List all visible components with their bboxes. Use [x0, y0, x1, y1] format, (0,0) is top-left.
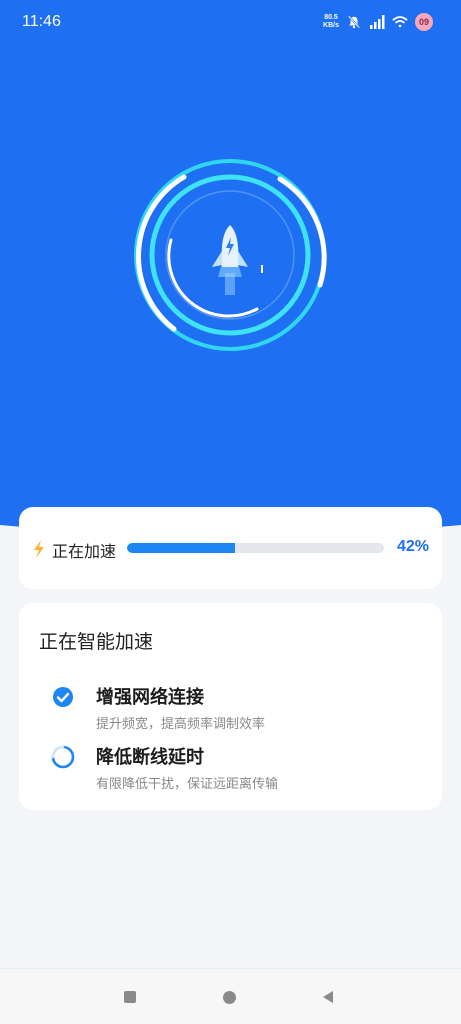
status-bar: 11:46 80.5 KB/s 09	[0, 0, 461, 46]
task-item-name: 增强网络连接	[96, 687, 204, 708]
progress-percent: 42%	[396, 538, 429, 555]
progress-bar	[127, 543, 384, 553]
system-nav-bar	[0, 968, 461, 1024]
spinner-icon	[51, 745, 75, 769]
acceleration-task-card: 正在智能加速 增强网络连接 提升频宽，提高频率调制效率 降低断线延时 有限降低干…	[19, 603, 442, 810]
task-item-description: 提升频宽，提高频率调制效率	[96, 717, 266, 732]
task-item-latency: 降低断线延时 有限降低干扰，保证远距离传输	[51, 743, 431, 793]
screen: 11:46 80.5 KB/s 09 正在加速 42% 正在智能加速 增强网络连…	[0, 0, 461, 1024]
circle-icon[interactable]	[223, 991, 236, 1004]
progress-bar-fill	[127, 543, 235, 553]
network-speed: 80.5 KB/s	[323, 14, 339, 30]
square-icon[interactable]	[124, 991, 136, 1003]
rocket-icon	[212, 225, 248, 295]
progress-label: 正在加速	[52, 542, 117, 561]
status-icons: 80.5 KB/s 09	[323, 13, 433, 31]
signal-icon	[370, 15, 385, 29]
task-item-description: 有限降低干扰，保证远距离传输	[96, 777, 279, 792]
network-speed-value: 80.5	[324, 14, 338, 21]
lightning-icon	[34, 540, 44, 558]
check-circle-icon	[53, 687, 73, 707]
progress-card: 正在加速 42%	[19, 507, 442, 589]
battery-indicator: 09	[415, 13, 433, 31]
task-item-name: 降低断线延时	[96, 747, 204, 768]
task-item-network: 增强网络连接 提升频宽，提高频率调制效率	[51, 683, 431, 733]
wifi-icon	[392, 16, 408, 28]
inner-white-arc	[167, 238, 259, 318]
task-card-title: 正在智能加速	[39, 631, 154, 653]
rocket-ring-graphic	[134, 159, 327, 351]
mute-bell-icon	[347, 15, 361, 29]
status-time: 11:46	[22, 13, 61, 30]
network-speed-unit: KB/s	[323, 22, 339, 29]
back-triangle-icon[interactable]	[322, 990, 334, 1004]
